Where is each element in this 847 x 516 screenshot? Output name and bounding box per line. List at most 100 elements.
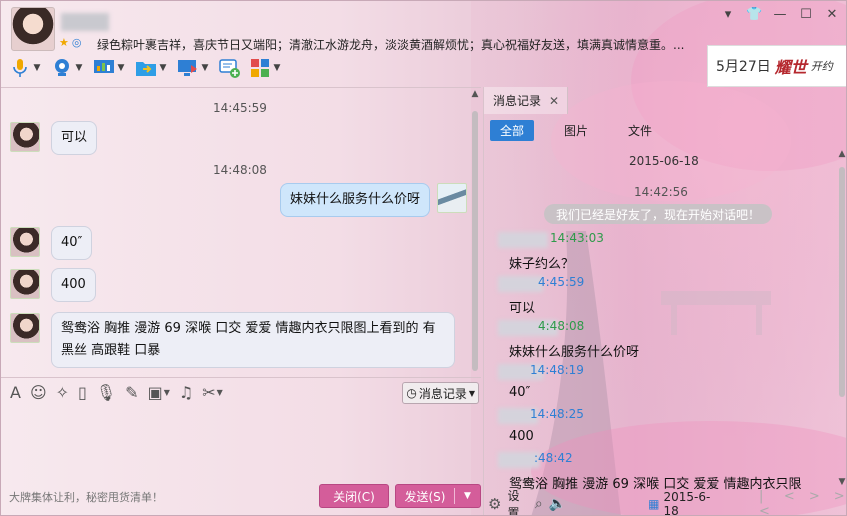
webcam-icon: [51, 57, 73, 79]
filter-images[interactable]: 图片: [554, 120, 598, 141]
entry-timestamp: 4:45:59: [538, 275, 585, 289]
gear-icon[interactable]: ⚙: [488, 495, 501, 513]
friend-added-tip: 我们已经是好友了，现在开始对话吧！: [544, 204, 773, 224]
banner-date: 5月27日: [716, 59, 771, 75]
message-history-label: 消息记录: [418, 386, 467, 401]
shake-icon[interactable]: ▯: [78, 383, 87, 402]
emoji-icon[interactable]: ☺: [30, 383, 47, 402]
window-controls: ▾ 👕 — ☐ ✕: [720, 7, 840, 22]
history-list[interactable]: 2015-06-18 14:42:56 我们已经是好友了，现在开始对话吧！ 14…: [484, 147, 836, 492]
first-page-icon[interactable]: |<: [759, 489, 770, 515]
font-icon[interactable]: A: [10, 383, 21, 402]
contact-avatar-small[interactable]: [10, 122, 40, 152]
maximize-icon[interactable]: ☐: [798, 7, 814, 22]
entry-text: 妹妹什么服务什么价呀: [509, 345, 640, 360]
wand-icon[interactable]: ✧: [56, 383, 69, 402]
chevron-down-icon[interactable]: ▼: [31, 63, 43, 73]
history-scrollbar[interactable]: ▲ ▼: [836, 147, 846, 489]
own-avatar-small[interactable]: [437, 183, 467, 213]
message-time: 14:48:08: [213, 163, 267, 177]
filter-files[interactable]: 文件: [618, 120, 662, 141]
banner-brand: 耀世: [774, 58, 807, 77]
promo-link[interactable]: 大牌集体让利，秘密甩货清单！: [9, 489, 163, 505]
chevron-down-icon[interactable]: ▼: [455, 491, 480, 501]
folder-icon: [135, 57, 157, 79]
last-page-icon[interactable]: >|: [834, 489, 846, 515]
entry-timestamp: :48:42: [534, 451, 573, 465]
message-history-button[interactable]: ◷ 消息记录 ▼: [402, 382, 479, 404]
contact-nickname-blurred: [61, 13, 109, 31]
qzone-icon[interactable]: ◎: [72, 37, 82, 49]
sender-name-blurred: [498, 276, 543, 292]
contact-avatar-small[interactable]: [10, 313, 40, 343]
send-label: 发送(S): [404, 489, 446, 504]
chevron-down-icon[interactable]: ▼: [115, 63, 127, 73]
screen-share-button[interactable]: ▼: [175, 55, 213, 81]
apps-button[interactable]: ▼: [247, 55, 285, 81]
clock-icon: ◷: [406, 386, 417, 400]
sender-name-blurred: [498, 232, 548, 248]
scroll-thumb[interactable]: [472, 111, 478, 371]
contact-avatar[interactable]: [11, 7, 55, 51]
history-date: 2015-06-18: [629, 154, 699, 168]
settings-label[interactable]: 设置: [507, 487, 528, 515]
speaker-icon[interactable]: 🔈: [549, 496, 566, 512]
history-footer: ⚙ 设置 ⌕ 🔈 ▦ 2015-6-18 |< < > >|: [484, 489, 846, 515]
music-icon[interactable]: ♫: [179, 383, 193, 402]
group-chat-button[interactable]: [217, 55, 243, 81]
message-input[interactable]: [1, 407, 481, 481]
voice-call-button[interactable]: ▼: [7, 55, 45, 81]
send-button[interactable]: 发送(S) ▼: [395, 484, 481, 508]
dropdown-icon[interactable]: ▾: [720, 7, 736, 22]
chevron-down-icon[interactable]: ▼: [271, 63, 283, 73]
skin-icon[interactable]: 👕: [746, 7, 762, 22]
monitor-icon: [177, 57, 199, 79]
scroll-thumb[interactable]: [839, 167, 845, 397]
message-bubble: 400: [51, 268, 96, 302]
tab-message-history[interactable]: 消息记录 ✕: [484, 87, 568, 114]
prev-page-icon[interactable]: <: [784, 489, 795, 515]
message-bubble: 40″: [51, 226, 93, 260]
image-icon[interactable]: ▣ ▼: [148, 383, 170, 402]
scroll-up-icon[interactable]: ▲: [836, 149, 846, 159]
apps-grid-icon: [249, 57, 271, 79]
entry-timestamp: 14:43:03: [550, 231, 604, 245]
input-toolbar: A ☺ ✧ ▯ 🎙 ✎ ▣ ▼ ♫ ✂ ▼ ◷ 消息记录 ▼: [1, 377, 481, 407]
send-file-button[interactable]: ▼: [133, 55, 171, 81]
next-page-icon[interactable]: >: [809, 489, 820, 515]
close-icon[interactable]: ✕: [549, 94, 559, 108]
message-bubble: 鸳鸯浴 胸推 漫游 69 深喉 口交 爱爱 情趣内衣只限图上看到的 有黑丝 高跟…: [51, 312, 455, 368]
chevron-down-icon[interactable]: ▼: [73, 63, 85, 73]
history-nav: |< < > >|: [759, 489, 846, 515]
scroll-down-icon[interactable]: ▼: [836, 477, 846, 487]
contact-avatar-small[interactable]: [10, 269, 40, 299]
entry-text: 40″: [509, 385, 531, 400]
message-bubble-own: 妹妹什么服务什么价呀: [280, 183, 431, 217]
date-picker[interactable]: ▦ 2015-6-18: [648, 490, 717, 515]
ad-banner[interactable]: 5月27日 耀世 开约: [707, 45, 846, 87]
close-button[interactable]: 关闭(C): [319, 484, 389, 508]
voice-message-icon[interactable]: 🎙: [96, 383, 116, 402]
star-icon: ★: [59, 36, 69, 49]
close-icon[interactable]: ✕: [824, 7, 840, 22]
minimize-icon[interactable]: —: [772, 7, 788, 22]
screenshot-scissors-icon[interactable]: ✂ ▼: [202, 383, 223, 402]
chevron-down-icon[interactable]: ▼: [199, 63, 211, 73]
remote-desktop-button[interactable]: ▼: [91, 55, 129, 81]
entry-text: 可以: [509, 301, 536, 316]
contact-signature: 绿色粽叶裹吉祥，喜庆节日又端阳；清澈江水游龙舟，淡淡黄酒解烦忧；真心祝福好友送，…: [97, 38, 685, 52]
edit-icon[interactable]: ✎: [125, 383, 138, 402]
video-call-button[interactable]: ▼: [49, 55, 87, 81]
contact-avatar-small[interactable]: [10, 227, 40, 257]
filter-all[interactable]: 全部: [490, 120, 535, 141]
message-time: 14:45:59: [213, 101, 267, 115]
calendar-icon: ▦: [648, 497, 660, 511]
entry-text: 妹子约么？: [509, 257, 575, 272]
search-icon[interactable]: ⌕: [535, 496, 543, 512]
banner-suffix: 开约: [810, 60, 833, 73]
scroll-up-icon[interactable]: ▲: [469, 89, 481, 99]
chat-scrollbar[interactable]: ▲: [469, 87, 481, 375]
microphone-icon: [9, 57, 31, 79]
chevron-down-icon[interactable]: ▼: [157, 63, 169, 73]
history-panel: 消息记录 ✕ 全部 图片 文件 2015-06-18 14:42:56 我们已经…: [483, 87, 846, 515]
